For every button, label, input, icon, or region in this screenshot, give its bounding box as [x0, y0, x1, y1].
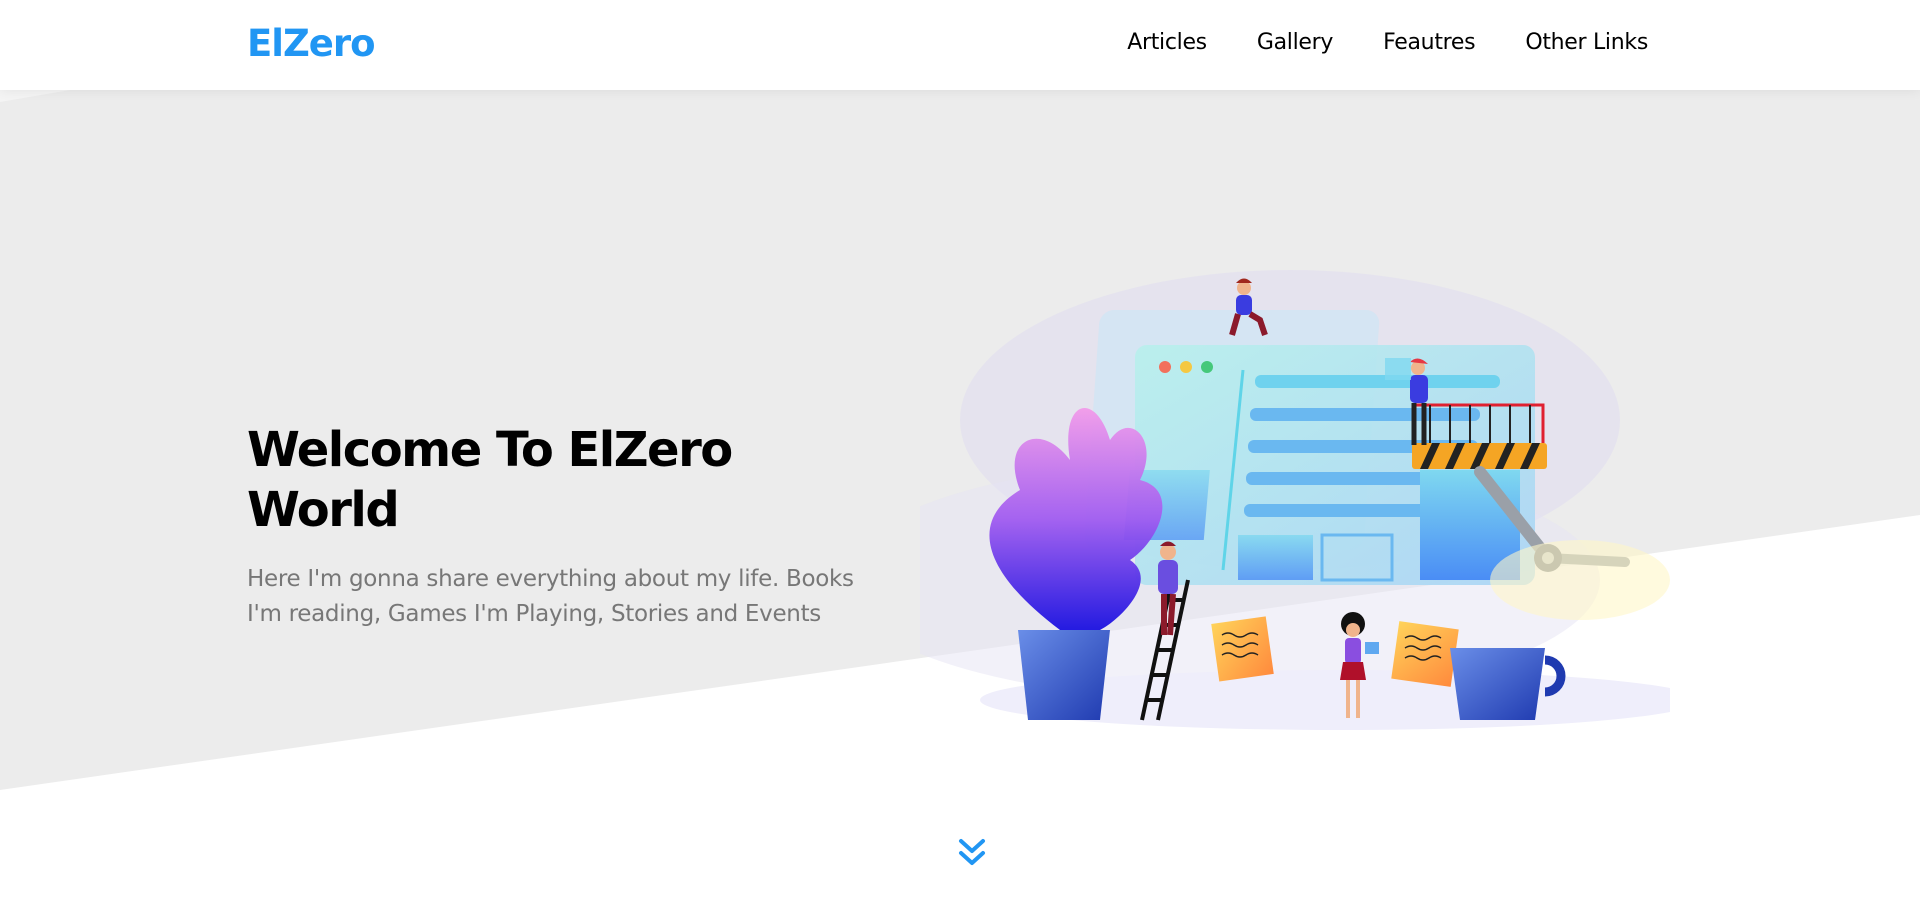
site-header: ElZero Articles Gallery Feautres Other L… [0, 0, 1920, 90]
main-nav: Articles Gallery Feautres Other Links [1077, 30, 1648, 55]
hero-description: Here I'm gonna share everything about my… [247, 566, 854, 627]
nav-link-articles[interactable]: Articles [1127, 30, 1207, 55]
logo[interactable]: ElZero [247, 22, 376, 65]
hero-illustration [920, 270, 1670, 730]
nav-link-other-links[interactable]: Other Links [1525, 30, 1648, 55]
nav-link-gallery[interactable]: Gallery [1257, 30, 1334, 55]
hero-title: Welcome To ElZero World [247, 422, 733, 538]
nav-link-features[interactable]: Feautres [1383, 30, 1476, 55]
go-down-button[interactable] [958, 838, 986, 872]
double-chevron-down-icon [959, 839, 985, 865]
hero-section: Welcome To ElZero World Here I'm gonna s… [247, 420, 887, 632]
